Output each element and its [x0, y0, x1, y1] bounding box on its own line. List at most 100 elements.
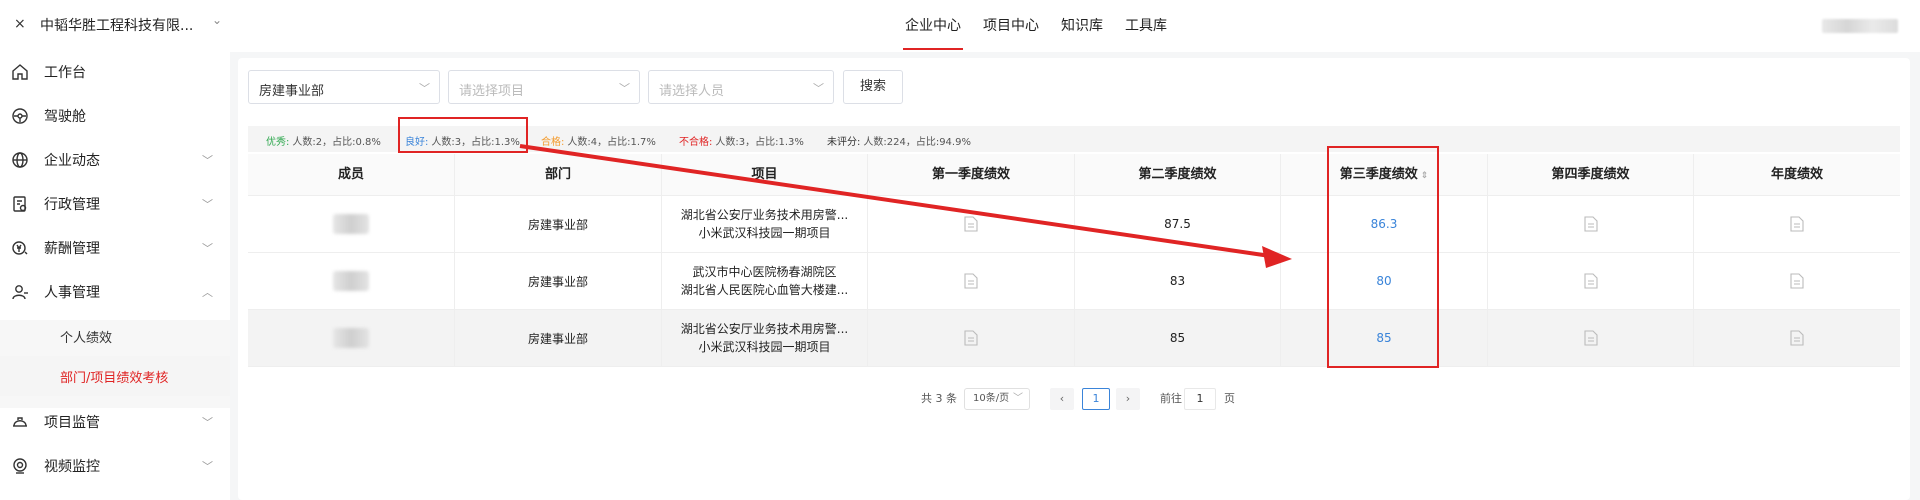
chevron-down-icon: ﹀: [202, 154, 213, 167]
prev-page-button[interactable]: ‹: [1050, 388, 1074, 410]
annual-cell[interactable]: [1694, 310, 1900, 366]
sidebar-item-hr[interactable]: 人事管理 ︿: [0, 272, 230, 312]
col-q4: 第四季度绩效: [1488, 154, 1694, 196]
q2-cell: 83: [1075, 253, 1281, 309]
current-page[interactable]: 1: [1082, 388, 1110, 410]
stat-unrated: 未评分: 人数:224，占比:94.9%: [827, 133, 971, 148]
chevron-up-icon: ︿: [202, 286, 213, 299]
document-icon[interactable]: [1583, 273, 1598, 289]
sidebar-item-project-supervision[interactable]: 项目监管 ﹀: [0, 402, 230, 442]
q2-cell: 87.5: [1075, 196, 1281, 252]
project-line: 武汉市中心医院杨春湖院区: [692, 265, 837, 279]
company-name[interactable]: 中韬华胜工程科技有限...: [40, 15, 193, 35]
sidebar-item-enterprise-news[interactable]: 企业动态 ﹀: [0, 140, 230, 180]
q3-cell[interactable]: 85: [1281, 310, 1488, 366]
col-q2: 第二季度绩效: [1075, 154, 1281, 196]
member-cell: [248, 196, 455, 252]
document-icon[interactable]: [1790, 330, 1804, 346]
goto-page-input[interactable]: 1: [1184, 388, 1216, 410]
project-line: 湖北省公安厅业务技术用房警...: [680, 208, 849, 222]
tab-enterprise-center[interactable]: 企业中心: [903, 0, 963, 52]
document-icon[interactable]: [964, 273, 978, 289]
sidebar-item-workbench[interactable]: 工作台: [0, 52, 230, 92]
col-department: 部门: [455, 154, 662, 196]
tab-project-center[interactable]: 项目中心: [983, 0, 1039, 52]
chevron-down-icon: ﹀: [202, 198, 213, 211]
member-name-blurred: [333, 328, 369, 348]
goto-label: 前往: [1160, 392, 1182, 405]
sidebar-item-label: 视频监控: [44, 459, 100, 475]
sidebar-item-video-monitoring[interactable]: 视频监控 ﹀: [0, 446, 230, 486]
sidebar-subitem-personal-performance[interactable]: 个人绩效: [0, 316, 230, 356]
annual-cell[interactable]: [1694, 196, 1900, 252]
page-size-select[interactable]: 10条/页 ﹀: [964, 388, 1030, 410]
q4-cell[interactable]: [1488, 253, 1694, 309]
sidebar-item-label: 项目监管: [44, 415, 100, 431]
table-header: 成员 部门 项目 第一季度绩效 第二季度绩效 第三季度绩效 ⇕ 第四季度绩效 年度…: [248, 154, 1900, 196]
document-icon[interactable]: [1790, 216, 1804, 232]
document-icon[interactable]: [1583, 330, 1598, 346]
project-select-placeholder: 请选择项目: [459, 84, 525, 99]
sidebar: 工作台 驾驶舱 企业动态 ﹀ 行政管理 ﹀ 薪酬管理 ﹀ 人事管理 ︿ 个人绩效…: [0, 52, 230, 500]
stat-value: 人数:224，占比:94.9%: [863, 137, 971, 148]
top-bar: × 中韬华胜工程科技有限... ⌄ 企业中心 项目中心 知识库 工具库: [0, 0, 1920, 52]
search-button[interactable]: 搜索: [843, 70, 903, 104]
chevron-down-icon: ﹀: [419, 82, 430, 95]
chevron-down-icon: ﹀: [202, 416, 213, 429]
next-page-button[interactable]: ›: [1116, 388, 1140, 410]
document-icon[interactable]: [1790, 273, 1804, 289]
table-row: 房建事业部 武汉市中心医院杨春湖院区 湖北省人民医院心血管大楼建... 83 80: [248, 253, 1900, 310]
document-icon[interactable]: [964, 330, 978, 346]
department-select-value: 房建事业部: [259, 84, 325, 99]
document-icon[interactable]: [964, 216, 978, 232]
sidebar-item-label: 工作台: [44, 65, 86, 81]
sidebar-item-cockpit[interactable]: 驾驶舱: [0, 96, 230, 136]
q4-cell[interactable]: [1488, 310, 1694, 366]
sidebar-item-label: 薪酬管理: [44, 241, 100, 257]
department-select[interactable]: 房建事业部 ﹀: [248, 70, 440, 104]
col-q3[interactable]: 第三季度绩效 ⇕: [1281, 154, 1488, 196]
q1-cell[interactable]: [868, 196, 1075, 252]
chevron-down-icon: ﹀: [1013, 393, 1023, 404]
project-line: 湖北省人民医院心血管大楼建...: [680, 283, 849, 297]
person-select[interactable]: 请选择人员 ﹀: [648, 70, 834, 104]
tab-knowledge-base[interactable]: 知识库: [1061, 0, 1103, 52]
sort-icon[interactable]: ⇕: [1421, 171, 1429, 181]
project-select[interactable]: 请选择项目 ﹀: [448, 70, 640, 104]
user-info-blurred[interactable]: [1822, 19, 1898, 33]
stat-pass: 合格: 人数:4，占比:1.7%: [541, 133, 656, 148]
user-icon: [11, 283, 29, 301]
q1-cell[interactable]: [868, 310, 1075, 366]
home-icon: [11, 63, 29, 81]
department-cell: 房建事业部: [455, 253, 662, 309]
q3-cell[interactable]: 80: [1281, 253, 1488, 309]
sidebar-subitem-dept-project-assessment[interactable]: 部门/项目绩效考核: [0, 356, 230, 396]
sidebar-item-salary[interactable]: 薪酬管理 ﹀: [0, 228, 230, 268]
helmet-icon: [11, 413, 29, 431]
annual-cell[interactable]: [1694, 253, 1900, 309]
document-icon[interactable]: [1583, 216, 1598, 232]
chevron-down-icon: ﹀: [202, 460, 213, 473]
stat-value: 人数:4，占比:1.7%: [567, 137, 656, 148]
col-q1: 第一季度绩效: [868, 154, 1075, 196]
col-project: 项目: [662, 154, 868, 196]
salary-icon: [11, 239, 29, 257]
main-area: 房建事业部 ﹀ 请选择项目 ﹀ 请选择人员 ﹀ 搜索 优秀: 人数:2，占比:0.…: [230, 52, 1920, 500]
stat-good: 良好: 人数:3，占比:1.3%: [405, 133, 520, 148]
q1-cell[interactable]: [868, 253, 1075, 309]
q4-cell[interactable]: [1488, 196, 1694, 252]
member-cell: [248, 253, 455, 309]
top-nav: 企业中心 项目中心 知识库 工具库: [903, 0, 1189, 52]
chevron-down-icon[interactable]: ⌄: [212, 13, 222, 27]
stat-key: 良好:: [405, 137, 429, 148]
table-row: 房建事业部 湖北省公安厅业务技术用房警... 小米武汉科技园一期项目 87.5 8…: [248, 196, 1900, 253]
department-cell: 房建事业部: [455, 196, 662, 252]
stat-value: 人数:2，占比:0.8%: [292, 137, 381, 148]
sidebar-item-admin[interactable]: 行政管理 ﹀: [0, 184, 230, 224]
close-icon[interactable]: ×: [14, 16, 26, 32]
q3-cell[interactable]: 86.3: [1281, 196, 1488, 252]
tab-toolbox[interactable]: 工具库: [1125, 0, 1167, 52]
stat-fail: 不合格: 人数:3，占比:1.3%: [679, 133, 804, 148]
stat-key: 不合格:: [679, 137, 713, 148]
dashboard-icon: [11, 107, 29, 125]
